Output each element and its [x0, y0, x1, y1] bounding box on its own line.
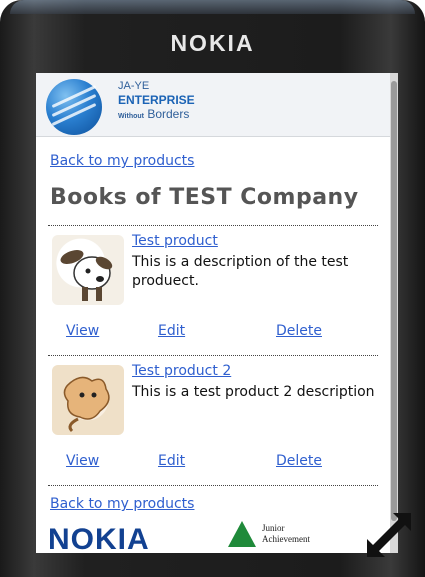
phone-frame: NOKIA JA-YE ENTERPRISE Without Borders B…	[0, 0, 425, 577]
divider	[48, 225, 378, 226]
divider	[48, 485, 378, 486]
delete-link[interactable]: Delete	[276, 453, 322, 469]
edit-link[interactable]: Edit	[158, 453, 185, 469]
divider	[48, 355, 378, 356]
delete-link[interactable]: Delete	[276, 323, 322, 339]
logo-line-3-small: Without	[118, 113, 144, 120]
ja-ye-logo-text: JA-YE ENTERPRISE Without Borders	[118, 79, 195, 124]
logo-line-3-main: Borders	[147, 107, 190, 121]
logo-line-2: ENTERPRISE	[118, 93, 195, 107]
cat-icon	[52, 365, 124, 435]
logo-line-1: JA-YE	[118, 80, 150, 92]
junior-achievement-text: Junior Achievement	[262, 523, 310, 545]
phone-screen: JA-YE ENTERPRISE Without Borders Back to…	[36, 73, 398, 553]
scrollbar[interactable]	[390, 73, 398, 553]
product-name-link[interactable]: Test product 2	[132, 363, 231, 379]
scrollbar-thumb[interactable]	[391, 81, 397, 521]
ja-line-2: Achievement	[262, 534, 310, 544]
product-description: This is a description of the test produe…	[132, 254, 349, 289]
junior-achievement-logo-icon	[228, 521, 256, 547]
view-link[interactable]: View	[66, 453, 99, 469]
dog-icon	[52, 235, 124, 305]
device-brand: NOKIA	[170, 30, 255, 56]
back-to-products-link[interactable]: Back to my products	[50, 496, 194, 512]
globe-logo-icon	[46, 79, 102, 135]
page-title: Books of TEST Company	[50, 185, 359, 210]
view-link[interactable]: View	[66, 323, 99, 339]
product-item: Test product This is a description of th…	[48, 229, 378, 359]
product-item: Test product 2 This is a test product 2 …	[48, 359, 378, 489]
back-to-products-link[interactable]: Back to my products	[50, 153, 194, 169]
nokia-logo: NOKIA	[48, 523, 150, 553]
footer-logos: NOKIA Junior Achievement	[48, 517, 388, 553]
resize-arrow-icon[interactable]	[365, 511, 413, 559]
edit-link[interactable]: Edit	[158, 323, 185, 339]
ja-line-1: Junior	[262, 523, 285, 533]
logo-line-3: Without Borders	[118, 107, 195, 124]
product-description: This is a test product 2 description	[132, 384, 375, 400]
header-logo-bar: JA-YE ENTERPRISE Without Borders	[36, 73, 390, 137]
page-content: JA-YE ENTERPRISE Without Borders Back to…	[36, 73, 390, 553]
product-name-link[interactable]: Test product	[132, 233, 218, 249]
